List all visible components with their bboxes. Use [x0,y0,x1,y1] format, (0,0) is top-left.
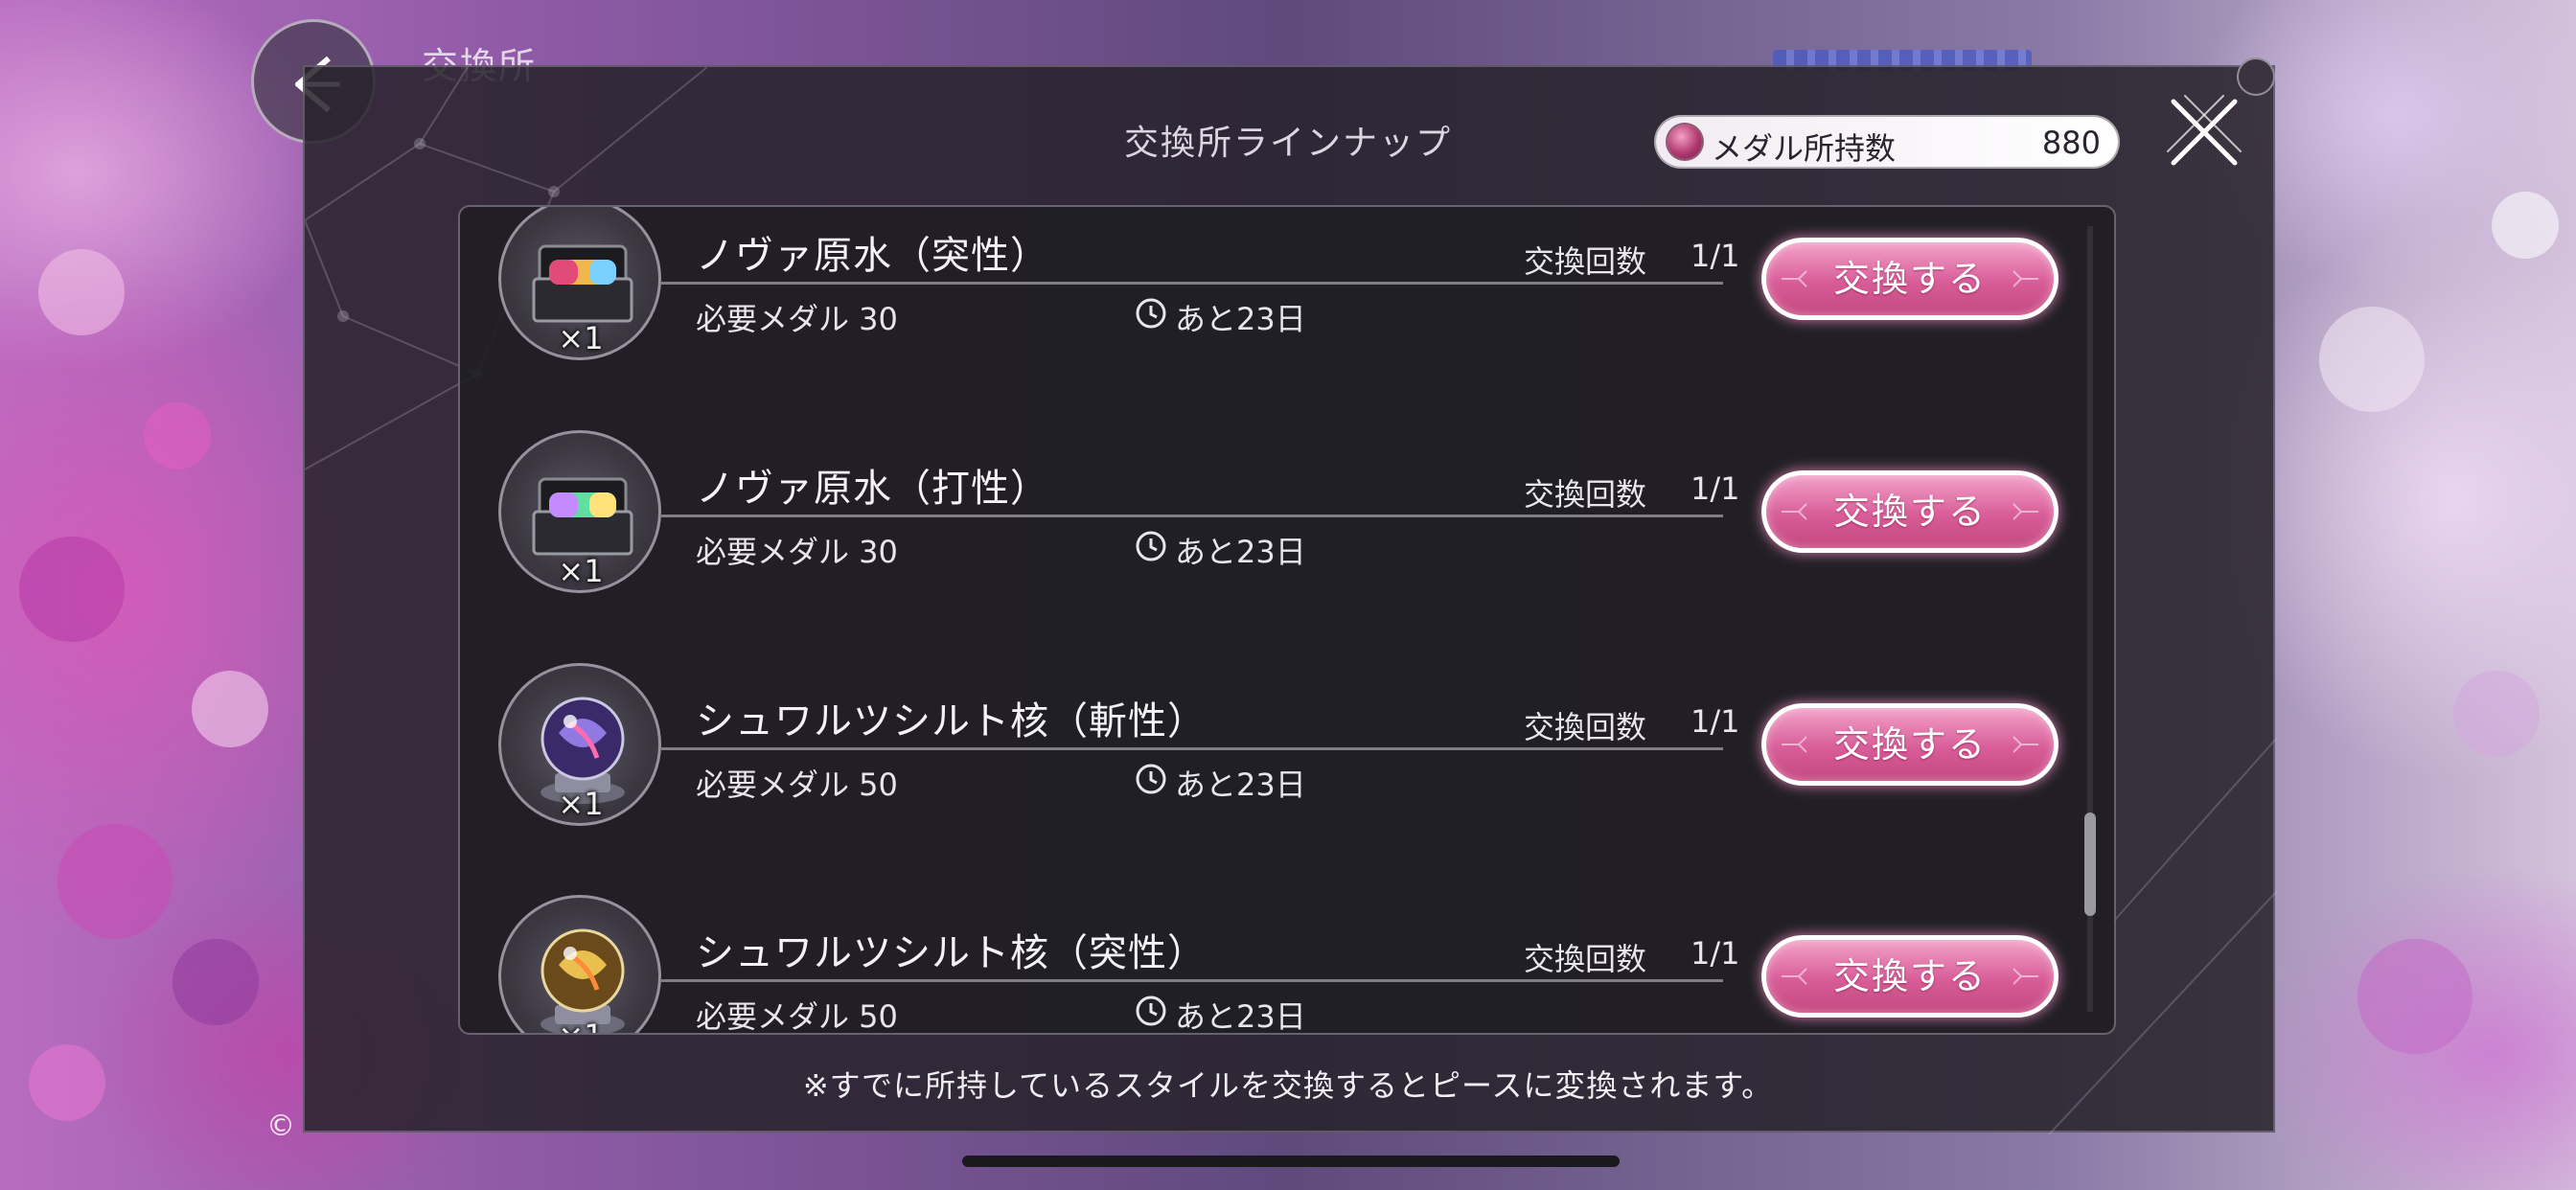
circuit-deco-icon [1782,736,1807,753]
copyright-mark: © [266,1110,295,1143]
medal-icon [1668,125,1702,159]
item-cost: 必要メダル 30 [696,534,898,570]
exchange-button-label: 交換する [1832,955,1987,997]
exchange-button-label: 交換する [1832,491,1987,533]
item-limit-value: 1/1 [1690,935,1740,972]
list-item: ×1 シュワルツシルト核（突性） 必要メダル 50 あと23日 交換回数 1/1… [460,893,2114,1035]
item-quantity: ×1 [552,1018,610,1033]
clock-icon [1136,298,1166,329]
item-name: ノヴァ原水（打性） [696,467,1049,511]
circuit-deco-icon [1782,270,1807,287]
medal-counter-value: 880 [2041,125,2101,161]
circuit-deco-icon [1782,968,1807,985]
item-name: シュワルツシルト核（突性） [696,931,1207,975]
item-name: ノヴァ原水（突性） [696,234,1049,278]
item-limit-label: 交換回数 [1524,709,1647,745]
item-limit-label: 交換回数 [1524,243,1647,280]
list-item: ×1 ノヴァ原水（打性） 必要メダル 30 あと23日 交換回数 1/1 交換す… [460,428,2114,658]
medal-counter: メダル所持数 880 [1656,117,2118,167]
home-indicator[interactable] [962,1156,1620,1167]
item-limit-value: 1/1 [1690,238,1740,274]
exchange-button[interactable]: 交換する [1761,238,2058,320]
item-limit-label: 交換回数 [1524,476,1647,513]
item-divider [661,515,1723,517]
item-cost: 必要メダル 30 [696,301,898,337]
item-time-left: あと23日 [1175,767,1306,803]
exchange-button-label: 交換する [1832,723,1987,766]
clock-icon [1136,995,1166,1026]
exchange-button[interactable]: 交換する [1761,470,2058,553]
item-time-left: あと23日 [1175,301,1306,337]
item-limit-value: 1/1 [1690,703,1740,740]
item-time-left: あと23日 [1175,534,1306,570]
item-divider [661,747,1723,750]
item-divider [661,282,1723,285]
list-scrollbar-thumb[interactable] [2084,812,2096,916]
item-divider [661,979,1723,982]
exchange-button[interactable]: 交換する [1761,703,2058,786]
schwarzschild-core-orb-icon [498,895,661,1033]
close-button[interactable] [2156,84,2252,180]
list-item: ×1 シュワルツシルト核（斬性） 必要メダル 50 あと23日 交換回数 1/1… [460,661,2114,891]
medal-counter-label: メダル所持数 [1712,130,1897,167]
item-quantity: ×1 [558,786,604,822]
item-limit-value: 1/1 [1690,470,1740,507]
item-name: シュワルツシルト核（斬性） [696,699,1207,744]
close-x-icon [2167,95,2242,166]
item-quantity: ×1 [558,553,604,589]
footer-note: ※すでに所持しているスタイルを交換するとピースに変換されます。 [802,1067,1774,1104]
item-limit-label: 交換回数 [1524,941,1647,977]
list-scrollbar[interactable] [2084,226,2096,1012]
circuit-deco-icon [2012,968,2038,985]
circuit-deco-icon [2012,270,2038,287]
clock-icon [1136,531,1166,561]
item-cost: 必要メダル 50 [696,767,898,803]
item-quantity: ×1 [558,320,604,356]
circuit-deco-icon [2012,736,2038,753]
clock-icon [1136,764,1166,794]
item-time-left: あと23日 [1175,998,1306,1035]
circuit-deco-icon [2012,503,2038,520]
exchange-button[interactable]: 交換する [1761,935,2058,1018]
exchange-item-list[interactable]: ×1 ノヴァ原水（突性） 必要メダル 30 あと23日 交換回数 1/1 交換す… [458,205,2116,1035]
circuit-deco-icon [1782,503,1807,520]
exchange-button-label: 交換する [1832,258,1987,300]
list-item: ×1 ノヴァ原水（突性） 必要メダル 30 あと23日 交換回数 1/1 交換す… [460,207,2114,425]
item-cost: 必要メダル 50 [696,998,898,1035]
